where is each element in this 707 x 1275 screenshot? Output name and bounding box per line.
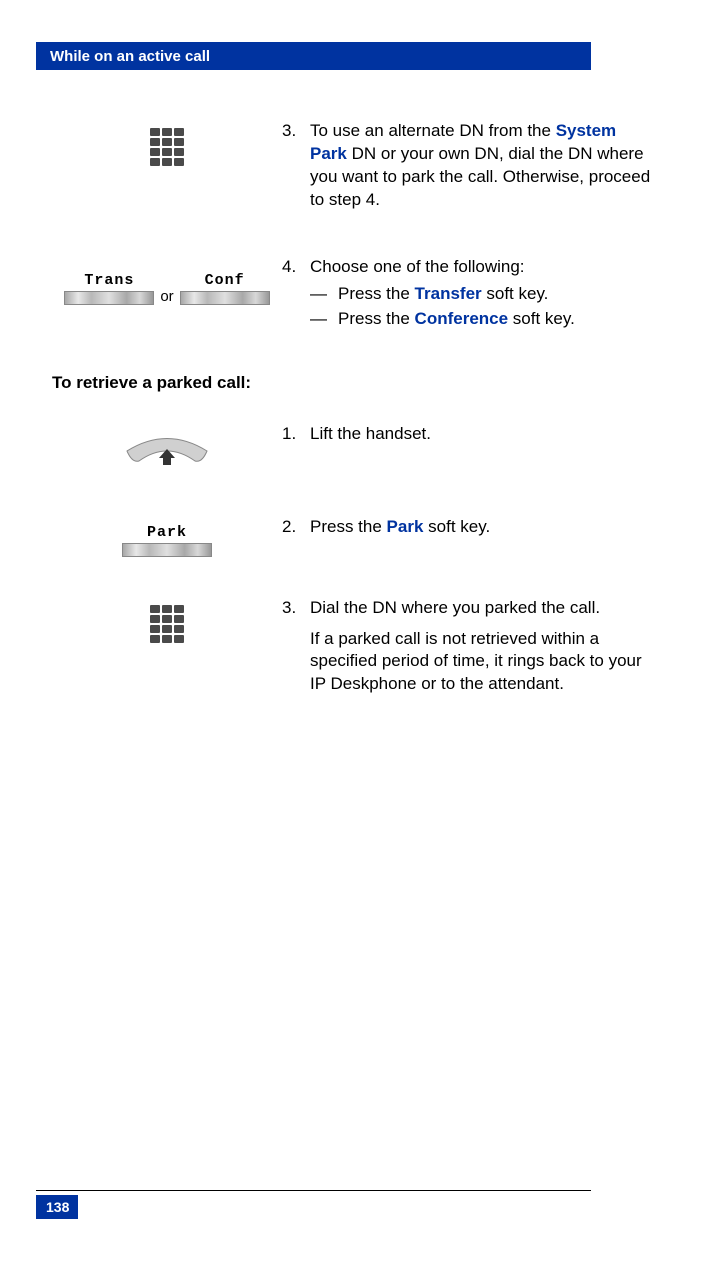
text-fragment: soft key. — [423, 517, 490, 536]
step-b1-text: 1. Lift the handset. — [282, 423, 655, 476]
step-b2-text: 2. Press the Park soft key. — [282, 516, 655, 557]
header-bar: While on an active call — [36, 42, 591, 70]
footer-rule — [36, 1190, 591, 1191]
step-3a-text: 3. To use an alternate DN from the Syste… — [282, 120, 655, 216]
text-fragment: Press the — [310, 517, 387, 536]
step-b2-icon-col: Park — [52, 516, 282, 557]
softkey-label-park: Park — [147, 524, 187, 541]
keypad-icon — [150, 128, 184, 166]
text-fragment: Press the — [338, 284, 415, 303]
sub-text: Press the Conference soft key. — [338, 308, 575, 331]
step-number: 3. — [282, 120, 310, 212]
step-body: Dial the DN where you parked the call. — [310, 597, 655, 620]
step-body: Lift the handset. — [310, 423, 655, 446]
step-b3-text: 3. Dial the DN where you parked the call… — [282, 597, 655, 697]
step-body: To use an alternate DN from the System P… — [310, 120, 655, 212]
link-conference: Conference — [415, 309, 509, 328]
step-3a-icon-col — [52, 120, 282, 216]
softkey-bar — [64, 291, 154, 305]
step-number: 2. — [282, 516, 310, 539]
step-number: 3. — [282, 597, 310, 620]
keypad-icon — [150, 605, 184, 643]
step-row-b3: 3. Dial the DN where you parked the call… — [52, 597, 655, 697]
softkey-or: or — [160, 288, 173, 305]
step-b3-icon-col — [52, 597, 282, 697]
step-body: Choose one of the following: — [310, 256, 655, 279]
sub-text: Press the Transfer soft key. — [338, 283, 548, 306]
softkey-trans: Trans — [64, 272, 154, 305]
text-fragment: Press the — [338, 309, 415, 328]
step-row-4: Trans or Conf 4. Choose one of the follo… — [52, 256, 655, 333]
step-4-icon-col: Trans or Conf — [52, 256, 282, 333]
step-number: 4. — [282, 256, 310, 279]
step-body: Press the Park soft key. — [310, 516, 655, 539]
step-extra: If a parked call is not retrieved within… — [310, 628, 655, 697]
text-fragment: soft key. — [482, 284, 549, 303]
dash: — — [310, 308, 338, 331]
softkey-park: Park — [122, 524, 212, 557]
section-header: While on an active call — [50, 48, 210, 65]
step-4-text: 4. Choose one of the following: — Press … — [282, 256, 655, 333]
dash: — — [310, 283, 338, 306]
section-title: To retrieve a parked call: — [52, 373, 655, 393]
handset-lift-icon — [117, 431, 217, 476]
link-park: Park — [387, 517, 424, 536]
step-row-b2: Park 2. Press the Park soft key. — [52, 516, 655, 557]
softkey-bar — [122, 543, 212, 557]
step-row-3a: 3. To use an alternate DN from the Syste… — [52, 120, 655, 216]
text-fragment: To use an alternate DN from the — [310, 121, 556, 140]
text-fragment: DN or your own DN, dial the DN where you… — [310, 144, 650, 209]
text-fragment: soft key. — [508, 309, 575, 328]
softkey-label-conf: Conf — [205, 272, 245, 289]
link-transfer: Transfer — [415, 284, 482, 303]
step-row-b1: 1. Lift the handset. — [52, 423, 655, 476]
page-number: 138 — [36, 1195, 78, 1219]
softkey-bar — [180, 291, 270, 305]
step-number: 1. — [282, 423, 310, 446]
softkey-trans-conf: Trans or Conf — [64, 272, 269, 305]
step-b1-icon-col — [52, 423, 282, 476]
softkey-label-trans: Trans — [84, 272, 134, 289]
softkey-conf: Conf — [180, 272, 270, 305]
content-area: 3. To use an alternate DN from the Syste… — [52, 120, 655, 736]
